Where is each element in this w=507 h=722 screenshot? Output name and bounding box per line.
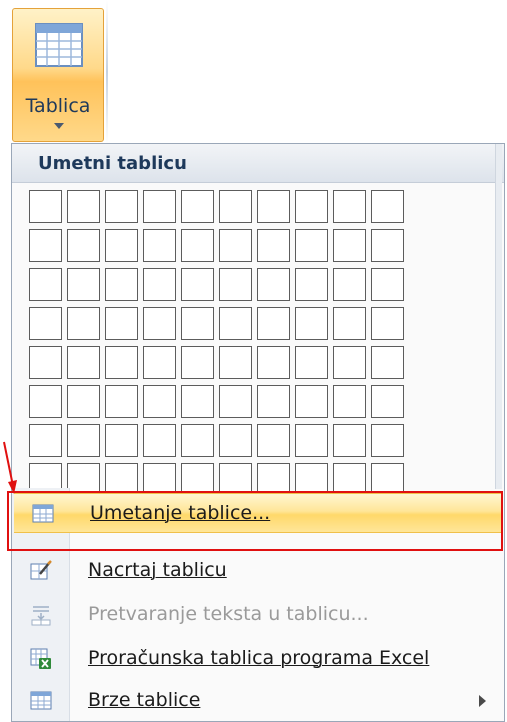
grid-cell[interactable]: [143, 346, 176, 379]
table-ribbon-button[interactable]: Tablica: [12, 8, 104, 142]
grid-cell[interactable]: [295, 346, 328, 379]
grid-cell[interactable]: [371, 346, 404, 379]
ribbon-separator: [106, 0, 108, 144]
menu-scrollbar[interactable]: [495, 144, 502, 489]
grid-cell[interactable]: [371, 424, 404, 457]
grid-cell[interactable]: [105, 424, 138, 457]
grid-cell[interactable]: [181, 307, 214, 340]
menu-item-label: Pretvaranje teksta u tablicu...: [88, 603, 369, 625]
grid-cell[interactable]: [143, 268, 176, 301]
grid-cell[interactable]: [143, 190, 176, 223]
grid-cell[interactable]: [105, 307, 138, 340]
grid-cell[interactable]: [105, 385, 138, 418]
menu-item-excel-sheet[interactable]: Proračunska tablica programa Excel: [12, 639, 504, 679]
grid-cell[interactable]: [181, 229, 214, 262]
grid-cell[interactable]: [333, 268, 366, 301]
grid-cell[interactable]: [67, 307, 100, 340]
grid-cell[interactable]: [333, 229, 366, 262]
menu-item-label: Brze tablice: [88, 689, 201, 711]
excel-sheet-icon: [30, 648, 51, 669]
grid-cell[interactable]: [257, 229, 290, 262]
grid-cell[interactable]: [333, 385, 366, 418]
grid-cell[interactable]: [295, 424, 328, 457]
grid-cell[interactable]: [29, 385, 62, 418]
menu-item-label: Proračunska tablica programa Excel: [88, 647, 430, 669]
convert-text-icon: [31, 606, 51, 626]
grid-cell[interactable]: [29, 346, 62, 379]
grid-cell[interactable]: [219, 307, 252, 340]
grid-cell[interactable]: [181, 268, 214, 301]
menu-header-title: Umetni tablicu: [38, 153, 187, 174]
grid-cell[interactable]: [371, 307, 404, 340]
grid-cell[interactable]: [29, 229, 62, 262]
menu-item-draw-table[interactable]: Nacrtaj tablicu: [12, 551, 504, 591]
grid-cell[interactable]: [333, 307, 366, 340]
ribbon-button-label: Tablica: [25, 95, 91, 117]
grid-cell[interactable]: [29, 190, 62, 223]
grid-cell[interactable]: [105, 190, 138, 223]
grid-cell[interactable]: [181, 385, 214, 418]
grid-cell[interactable]: [371, 229, 404, 262]
grid-cell[interactable]: [219, 190, 252, 223]
grid-cell[interactable]: [67, 229, 100, 262]
grid-cell[interactable]: [219, 268, 252, 301]
grid-cell[interactable]: [219, 385, 252, 418]
quick-tables-icon: [30, 691, 52, 710]
insert-table-dropdown: Umetni tablicu Umetanje tablice... Nacrt…: [11, 143, 505, 722]
menu-item-quick-tables[interactable]: Brze tablice: [12, 681, 504, 721]
grid-cell[interactable]: [295, 190, 328, 223]
table-size-grid[interactable]: [29, 190, 404, 496]
grid-cell[interactable]: [105, 268, 138, 301]
grid-cell[interactable]: [257, 385, 290, 418]
table-icon: [35, 23, 83, 67]
grid-cell[interactable]: [181, 346, 214, 379]
grid-cell[interactable]: [143, 385, 176, 418]
grid-cell[interactable]: [29, 268, 62, 301]
grid-cell[interactable]: [257, 424, 290, 457]
grid-cell[interactable]: [257, 190, 290, 223]
grid-cell[interactable]: [219, 346, 252, 379]
menu-item-convert-text[interactable]: Pretvaranje teksta u tablicu...: [12, 595, 504, 635]
grid-cell[interactable]: [371, 385, 404, 418]
grid-cell[interactable]: [29, 424, 62, 457]
grid-cell[interactable]: [295, 385, 328, 418]
grid-cell[interactable]: [67, 424, 100, 457]
grid-cell[interactable]: [295, 268, 328, 301]
grid-cell[interactable]: [219, 424, 252, 457]
grid-cell[interactable]: [371, 268, 404, 301]
menu-header: Umetni tablicu: [12, 144, 504, 183]
grid-cell[interactable]: [181, 424, 214, 457]
grid-cell[interactable]: [295, 307, 328, 340]
grid-cell[interactable]: [67, 190, 100, 223]
grid-cell[interactable]: [29, 307, 62, 340]
grid-cell[interactable]: [67, 268, 100, 301]
annotation-highlight-box: [7, 491, 503, 551]
grid-cell[interactable]: [105, 229, 138, 262]
grid-cell[interactable]: [333, 190, 366, 223]
grid-cell[interactable]: [333, 424, 366, 457]
grid-cell[interactable]: [257, 268, 290, 301]
grid-cell[interactable]: [67, 385, 100, 418]
grid-cell[interactable]: [295, 229, 328, 262]
annotation-arrow-icon: [3, 441, 17, 494]
grid-cell[interactable]: [333, 346, 366, 379]
grid-cell[interactable]: [105, 346, 138, 379]
grid-cell[interactable]: [143, 424, 176, 457]
grid-cell[interactable]: [143, 307, 176, 340]
grid-cell[interactable]: [67, 346, 100, 379]
dropdown-arrow-icon: [54, 123, 64, 129]
grid-cell[interactable]: [181, 190, 214, 223]
draw-table-icon: [30, 560, 52, 580]
submenu-arrow-icon: [479, 695, 486, 707]
grid-cell[interactable]: [143, 229, 176, 262]
menu-item-label: Nacrtaj tablicu: [88, 559, 227, 581]
grid-cell[interactable]: [219, 229, 252, 262]
grid-cell[interactable]: [371, 190, 404, 223]
grid-cell[interactable]: [257, 346, 290, 379]
grid-cell[interactable]: [257, 307, 290, 340]
